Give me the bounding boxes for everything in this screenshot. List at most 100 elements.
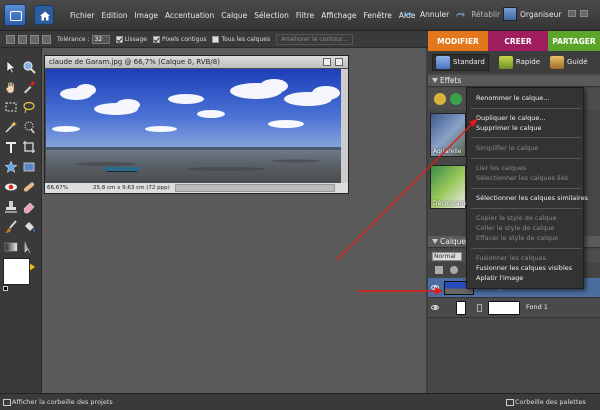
ameliorer-contour-button[interactable]: Améliorer le contour... <box>276 33 353 45</box>
show-project-bin-button[interactable]: Afficher la corbeille des projets <box>3 398 113 406</box>
effects-thumbnails: Aquarelle Découpage <box>430 113 467 221</box>
foreground-color-swatch[interactable] <box>3 258 30 285</box>
ctx-renommer-calque[interactable]: Renommer le calque... <box>476 94 549 102</box>
pixels-contigus-option[interactable]: Pixels contigus <box>153 35 206 43</box>
ctx-supprimer-calque[interactable]: Supprimer le calque <box>476 124 542 132</box>
doc-horizontal-scrollbar[interactable] <box>175 184 335 192</box>
undo-button[interactable]: Annuler <box>420 10 449 19</box>
subtract-selection-icon[interactable] <box>30 34 39 44</box>
ctx-separator <box>471 208 581 209</box>
tous-calques-label: Tous les calques <box>221 35 271 43</box>
intersect-selection-icon[interactable] <box>42 34 51 44</box>
ctx-separator <box>471 108 581 109</box>
magic-wand-tool[interactable] <box>4 120 18 134</box>
effect-decoupage-thumb[interactable]: Découpage <box>430 165 467 209</box>
bandage-icon <box>23 182 35 192</box>
menu-affichage[interactable]: Affichage <box>321 11 356 20</box>
blend-mode-select[interactable]: Normal <box>432 252 462 261</box>
home-button[interactable] <box>34 5 54 25</box>
ctx-lier-calques: Lier les calques <box>476 164 527 172</box>
menu-accentuation[interactable]: Accentuation <box>165 11 214 20</box>
standard-edit-icon <box>436 55 450 69</box>
recompose-icon <box>23 162 35 172</box>
maximize-button[interactable] <box>580 10 588 17</box>
view-rapide-button[interactable]: Rapide <box>498 55 540 69</box>
ctx-dupliquer-calque[interactable]: Dupliquer le calque... <box>476 114 546 122</box>
new-layer-icon[interactable] <box>435 266 443 274</box>
quick-selection-tool[interactable] <box>22 120 36 134</box>
hand-icon <box>5 81 15 94</box>
menu-calque[interactable]: Calque <box>221 11 247 20</box>
menu-image[interactable]: Image <box>134 11 158 20</box>
adjustment-layer-icon[interactable] <box>450 266 458 274</box>
ctx-effacer-style: Effacer le style de calque <box>476 234 559 242</box>
shape-tool[interactable] <box>22 240 36 254</box>
clone-stamp-tool[interactable] <box>4 200 18 214</box>
menu-selection[interactable]: Sélection <box>254 11 289 20</box>
text-tool[interactable] <box>4 140 18 154</box>
palette-bin-button[interactable]: Corbeille des palettes <box>506 398 586 406</box>
view-guide-label: Guidé <box>567 58 588 66</box>
tab-creer[interactable]: CREER <box>488 31 548 51</box>
menu-fenetre[interactable]: Fenêtre <box>364 11 392 20</box>
doc-minimize-button[interactable] <box>323 58 331 66</box>
menu-bar: Fichier Edition Image Accentuation Calqu… <box>0 0 600 31</box>
filters-icon[interactable] <box>434 93 446 105</box>
lasso-tool[interactable] <box>22 100 36 114</box>
visibility-eye-icon[interactable] <box>431 305 439 310</box>
link-icon[interactable] <box>477 304 482 312</box>
effects-panel-header[interactable]: Effets <box>428 75 600 87</box>
canvas-photo[interactable] <box>46 69 346 184</box>
ctx-aplatir-image[interactable]: Aplatir l'image <box>476 274 523 282</box>
magic-wand-icon <box>5 121 17 133</box>
zoom-tool[interactable] <box>22 60 36 74</box>
eraser-tool[interactable] <box>22 200 36 214</box>
tolerance-input[interactable]: 32 <box>91 34 110 44</box>
lissage-checkbox[interactable] <box>115 35 123 43</box>
recompose-tool[interactable] <box>22 160 36 174</box>
guided-edit-icon <box>550 55 564 69</box>
layer-name[interactable]: Fond 1 <box>526 303 548 311</box>
layer-row-fond-1[interactable]: Fond 1 <box>428 298 600 318</box>
cookie-cutter-tool[interactable] <box>4 160 18 174</box>
redo-button[interactable]: Rétablir <box>471 10 500 19</box>
new-selection-icon[interactable] <box>6 34 15 44</box>
move-tool[interactable] <box>4 60 18 74</box>
menu-edition[interactable]: Edition <box>102 11 128 20</box>
move-icon <box>6 60 16 74</box>
menu-filtre[interactable]: Filtre <box>296 11 314 20</box>
red-eye-tool[interactable] <box>4 180 18 194</box>
brush-tool[interactable] <box>4 220 18 234</box>
ctx-selectionner-similaires[interactable]: Sélectionner les calques similaires <box>476 194 588 202</box>
tab-modifier[interactable]: MODIFIER <box>428 31 488 51</box>
doc-close-button[interactable] <box>335 58 343 66</box>
ctx-fusionner-visibles[interactable]: Fusionner les calques visibles <box>476 264 572 272</box>
hand-tool[interactable] <box>4 80 18 94</box>
crop-tool[interactable] <box>22 140 36 154</box>
view-standard-button[interactable]: Standard <box>432 53 489 71</box>
zoom-level[interactable]: 66,67% <box>47 183 68 193</box>
add-selection-icon[interactable] <box>18 34 27 44</box>
doc-vertical-scrollbar[interactable] <box>341 69 348 183</box>
minimize-button[interactable] <box>568 10 576 17</box>
tab-partager[interactable]: PARTAGER <box>548 31 600 51</box>
menu-fichier[interactable]: Fichier <box>70 11 95 20</box>
layer-styles-icon[interactable] <box>450 93 462 105</box>
undo-redo-group: Annuler Rétablir <box>404 10 500 19</box>
document-title[interactable]: claude de Garam.jpg @ 66,7% (Calque 0, R… <box>45 56 348 68</box>
tous-calques-option[interactable]: Tous les calques <box>212 35 271 43</box>
tous-calques-checkbox[interactable] <box>212 35 220 43</box>
window-controls <box>568 10 588 17</box>
healing-brush-tool[interactable] <box>22 180 36 194</box>
organiser-button[interactable]: Organiseur <box>503 7 561 21</box>
effect-aquarelle-thumb[interactable]: Aquarelle <box>430 113 466 157</box>
gradient-tool[interactable] <box>4 240 18 254</box>
pixels-contigus-checkbox[interactable] <box>153 35 160 43</box>
eyedropper-tool[interactable] <box>22 80 36 94</box>
default-colors-icon[interactable] <box>3 286 8 291</box>
lissage-option[interactable]: Lissage <box>115 35 147 43</box>
visibility-eye-icon[interactable] <box>431 285 439 290</box>
marquee-tool[interactable] <box>4 100 18 114</box>
paint-bucket-tool[interactable] <box>22 220 36 234</box>
view-guide-button[interactable]: Guidé <box>550 55 588 69</box>
